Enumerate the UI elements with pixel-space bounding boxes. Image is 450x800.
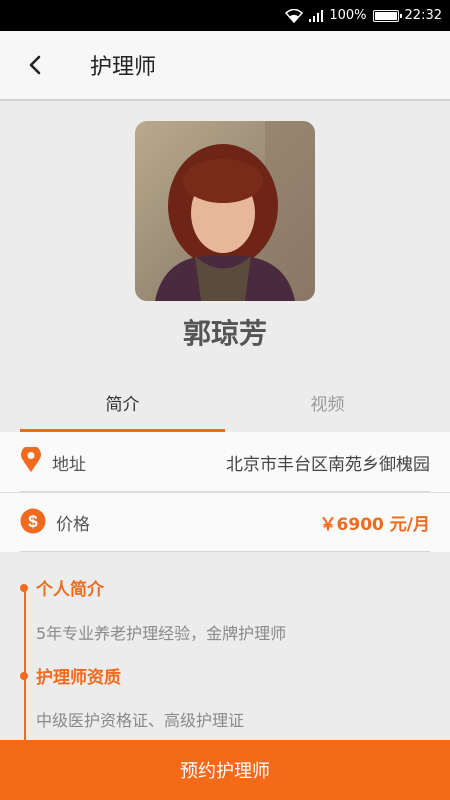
- qualification-text: 中级医护资格证、高级护理证: [36, 711, 245, 730]
- personal-intro-text: 5年专业养老护理经验，金牌护理师: [36, 624, 287, 643]
- bullet-dot-icon: [20, 671, 28, 680]
- address-row: 地址 北京市丰台区南苑乡御槐园: [0, 432, 450, 492]
- bullet-dot-icon: [20, 583, 28, 592]
- price-row: $ 价格 ￥6900 元/月: [0, 492, 450, 552]
- location-pin-icon: [20, 445, 42, 477]
- clock: 22:32: [404, 8, 442, 23]
- qualification-heading: 护理师资质: [20, 663, 121, 688]
- qualification-title: 护理师资质: [36, 668, 121, 688]
- personal-intro-title: 个人简介: [36, 580, 104, 600]
- tab-video[interactable]: 视频: [225, 372, 430, 432]
- avatar: [135, 121, 315, 301]
- intro-section: 个人简介 5年专业养老护理经验，金牌护理师 护理师资质 中级医护资格证、高级护理…: [0, 555, 450, 740]
- signal-icon: [309, 9, 324, 22]
- book-caregiver-button[interactable]: 预约护理师: [0, 740, 450, 800]
- caregiver-name: 郭琼芳: [182, 317, 267, 350]
- dollar-icon: $: [20, 508, 46, 538]
- back-button[interactable]: [0, 30, 70, 100]
- chevron-left-icon: [29, 55, 41, 75]
- address-value: 北京市丰台区南苑乡御槐园: [226, 454, 430, 475]
- battery-icon: [372, 9, 402, 22]
- tab-intro[interactable]: 简介: [20, 372, 225, 432]
- price-value: ￥6900 元/月: [319, 515, 430, 535]
- wifi-icon: [285, 8, 304, 23]
- tab-bar: 简介 视频: [20, 372, 430, 432]
- address-label: 地址: [52, 454, 86, 475]
- svg-text:$: $: [28, 512, 38, 531]
- personal-intro-heading: 个人简介: [20, 575, 104, 600]
- info-list: 地址 北京市丰台区南苑乡御槐园 $ 价格 ￥6900 元/月: [0, 432, 450, 552]
- top-nav-bar: 护理师: [0, 31, 450, 101]
- status-bar: 100% 22:32: [0, 0, 450, 31]
- battery-percent: 100%: [329, 8, 367, 23]
- price-label: 价格: [56, 515, 90, 535]
- page-title: 护理师: [90, 55, 157, 80]
